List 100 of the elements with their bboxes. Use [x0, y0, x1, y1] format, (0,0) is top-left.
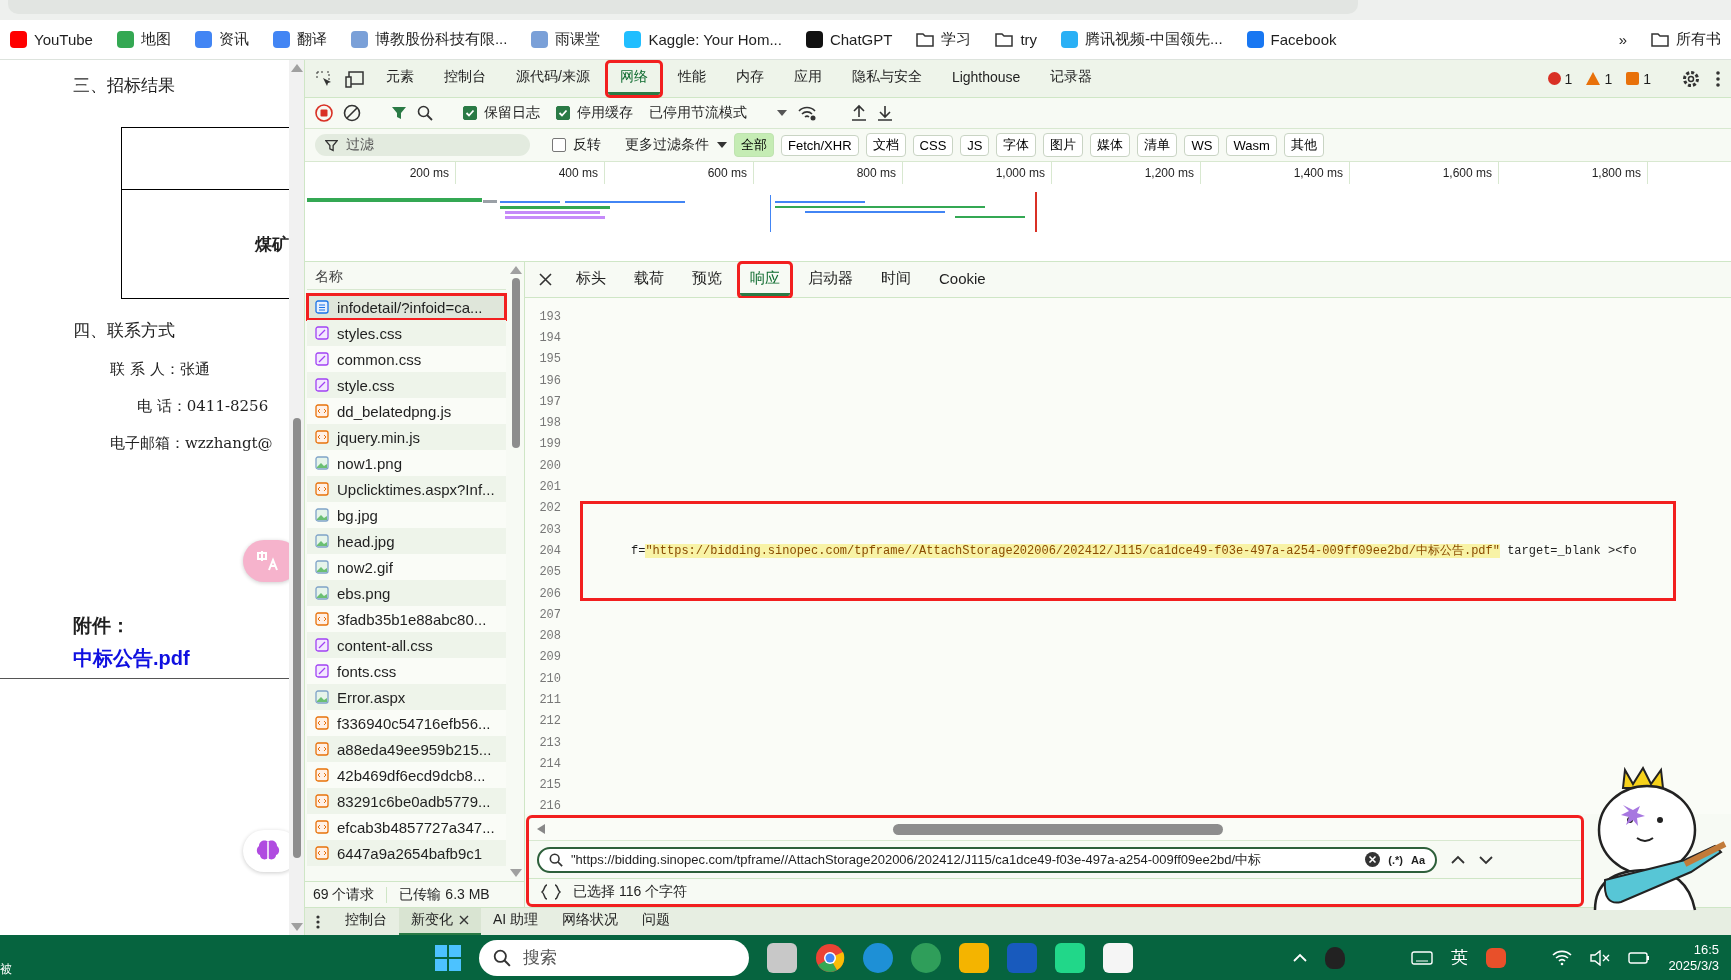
search-icon[interactable] [417, 105, 433, 121]
device-toolbar-icon[interactable] [345, 69, 365, 88]
type-filter-chip[interactable]: 图片 [1043, 133, 1084, 157]
request-row[interactable]: Upclicktimes.aspx?Inf... [307, 476, 506, 502]
upload-icon[interactable] [851, 104, 867, 122]
request-row[interactable]: 6447a9a2654bafb9c1 [307, 840, 506, 866]
devtools-tab[interactable]: Lighthouse [939, 62, 1033, 95]
type-filter-chip[interactable]: 媒体 [1090, 133, 1131, 157]
bookmark-item[interactable]: 学习 [916, 30, 972, 49]
bookmark-item[interactable]: 资讯 [194, 30, 249, 49]
type-filter-chip[interactable]: 文档 [865, 133, 906, 157]
download-icon[interactable] [877, 104, 893, 122]
devtools-tab[interactable]: 源代码/来源 [504, 62, 602, 95]
type-filter-chip[interactable]: JS [960, 134, 990, 156]
scroll-left-icon[interactable] [537, 824, 545, 834]
request-row[interactable]: content-all.css [307, 632, 506, 658]
bookmark-item[interactable]: Kaggle: Your Hom... [624, 31, 782, 48]
bookmark-item[interactable]: 腾讯视频-中国领先... [1061, 30, 1223, 49]
keyboard-icon[interactable] [1411, 950, 1434, 965]
battery-icon[interactable] [1628, 950, 1651, 965]
more-options-icon[interactable] [315, 913, 321, 930]
request-row[interactable]: jquery.min.js [307, 424, 506, 450]
request-row[interactable]: styles.css [307, 320, 506, 346]
type-filter-chip[interactable]: Fetch/XHR [781, 134, 859, 156]
drawer-tab[interactable]: 问题 [630, 907, 683, 936]
chrome-icon[interactable] [815, 942, 845, 973]
app-icon[interactable] [1103, 942, 1133, 973]
request-row[interactable]: ebs.png [307, 580, 506, 606]
detail-tab[interactable]: 响应 [740, 263, 790, 296]
clear-icon[interactable] [1365, 852, 1381, 867]
muted-speaker-icon[interactable] [1590, 949, 1611, 966]
detail-tab[interactable]: 时间 [871, 263, 921, 296]
drawer-tab[interactable]: 控制台 [333, 907, 399, 936]
checkbox[interactable] [552, 138, 566, 152]
request-row[interactable]: Error.aspx [307, 684, 506, 710]
match-case-toggle[interactable]: Aa [1410, 853, 1425, 866]
drawer-tab[interactable]: AI 助理 [481, 907, 551, 936]
type-filter-chip[interactable]: 清单 [1137, 133, 1178, 157]
detail-tab[interactable]: 启动器 [798, 263, 863, 296]
checkbox[interactable] [463, 106, 477, 120]
devtools-tab[interactable]: 内存 [723, 62, 776, 95]
bookmark-item[interactable]: try [995, 31, 1038, 48]
bookmark-item[interactable]: 地图 [116, 30, 171, 49]
request-row[interactable]: a88eda49ee959b215... [307, 736, 506, 762]
type-filter-chip[interactable]: WS [1184, 134, 1220, 156]
chevron-down-icon[interactable] [1479, 854, 1493, 865]
throttling-select[interactable]: 已停用节流模式 [649, 104, 787, 122]
devtools-tab[interactable]: 隐私与安全 [839, 62, 934, 95]
close-icon[interactable] [539, 273, 552, 286]
issue-count[interactable]: 1 [1626, 70, 1651, 87]
windows-start-icon[interactable] [435, 944, 461, 971]
detail-tab[interactable]: 标头 [566, 263, 616, 296]
filter-icon[interactable] [391, 105, 407, 121]
error-count[interactable]: 1 [1547, 70, 1573, 87]
type-filter-chip[interactable]: CSS [912, 134, 954, 156]
devtools-tab[interactable]: 网络 [607, 62, 660, 95]
detail-tab[interactable]: Cookie [929, 263, 996, 296]
type-filter-chip[interactable]: 全部 [734, 133, 774, 157]
detail-tab[interactable]: 预览 [682, 263, 732, 296]
more-bookmarks-button[interactable]: » [1618, 31, 1627, 48]
ai-assistant-button[interactable] [243, 830, 289, 872]
column-header[interactable]: 名称 [307, 262, 506, 290]
chevron-up-icon[interactable] [1451, 854, 1465, 865]
devtools-tab[interactable]: 控制台 [432, 62, 498, 95]
regex-toggle[interactable]: (.*) [1388, 853, 1403, 866]
task-view-icon[interactable] [767, 942, 797, 973]
filter-field[interactable]: 过滤 [315, 134, 530, 156]
attachment-link[interactable]: 中标公告.pdf [73, 645, 190, 672]
request-row[interactable]: infodetail/?infoid=ca... [307, 294, 506, 320]
more-options-icon[interactable] [1715, 69, 1721, 88]
request-row[interactable]: style.css [307, 372, 506, 398]
type-filter-chip[interactable]: Wasm [1226, 134, 1277, 156]
taskbar-search-field[interactable]: 搜索 [479, 939, 749, 976]
bookmark-item[interactable]: 雨课堂 [531, 30, 601, 49]
close-icon[interactable] [459, 915, 469, 925]
input-method-indicator[interactable]: 英 [1451, 946, 1469, 969]
network-conditions-icon[interactable] [797, 105, 817, 121]
bookmark-item[interactable]: ChatGPT [805, 31, 893, 48]
clock[interactable]: 16:5 2025/3/3 [1668, 941, 1719, 974]
drawer-tab[interactable]: 网络状况 [550, 907, 631, 936]
bookmark-item[interactable]: 翻译 [272, 30, 327, 49]
devtools-tab[interactable]: 记录器 [1038, 62, 1105, 95]
type-filter-chip[interactable]: 字体 [996, 133, 1037, 157]
bookmark-item[interactable]: YouTube [10, 31, 93, 48]
record-stop-icon[interactable] [315, 104, 333, 122]
braces-icon[interactable] [541, 883, 561, 900]
inspect-icon[interactable] [315, 69, 333, 88]
request-row[interactable]: 83291c6be0adb5779... [307, 788, 506, 814]
bookmark-item[interactable]: 博教股份科技有限... [350, 30, 508, 49]
more-filters-dropdown[interactable]: 更多过滤条件 [625, 136, 727, 154]
type-filter-chip[interactable]: 其他 [1283, 133, 1324, 157]
devtools-tab[interactable]: 应用 [781, 62, 834, 95]
settings-icon[interactable] [1681, 68, 1701, 89]
detail-tab[interactable]: 载荷 [624, 263, 674, 296]
search-field[interactable]: "https://bidding.sinopec.com/tpframe//AttachStorage202006/202412/J115/ca1dce49-f03e-497a-a254-009ff09ee2bd/中标 (.*) Aa [537, 846, 1437, 873]
clear-icon[interactable] [343, 104, 361, 122]
bookmark-item[interactable]: Facebook [1246, 31, 1337, 48]
checkbox[interactable] [556, 106, 570, 120]
bookmark-item[interactable]: 所有书 [1651, 30, 1721, 49]
devtools-tab[interactable]: 性能 [665, 62, 718, 95]
